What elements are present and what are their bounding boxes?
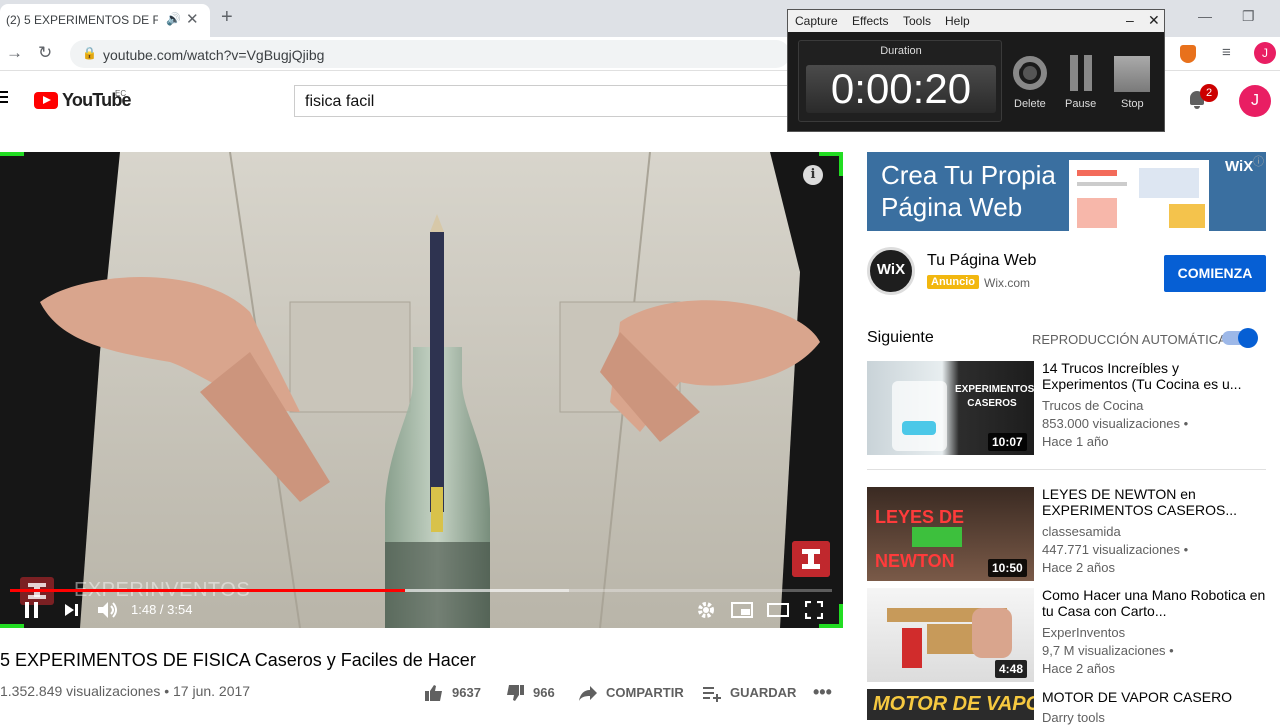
channel-name[interactable]: Darry tools	[1042, 710, 1105, 725]
pause-recording-icon[interactable]	[1068, 55, 1094, 91]
duration-label: Duration	[880, 45, 922, 57]
up-next-label: Siguiente	[867, 329, 934, 346]
forward-icon[interactable]: →	[6, 43, 23, 63]
ad-banner-line2: Página Web	[881, 192, 1023, 222]
video-frame	[0, 152, 843, 628]
ad-banner-line1: Crea Tu Propia	[881, 160, 1056, 190]
stop-recording-icon[interactable]	[1114, 56, 1150, 92]
video-info-icon[interactable]: i	[803, 165, 823, 185]
view-count-and-date: 1.352.849 visualizaciones • 17 jun. 2017	[0, 683, 251, 699]
dislike-count[interactable]: 966	[533, 685, 555, 700]
more-actions-icon[interactable]: •••	[813, 682, 832, 703]
save-to-playlist-icon[interactable]	[702, 684, 722, 702]
upload-age: Hace 2 años	[1042, 661, 1115, 676]
media-controls-icon[interactable]: ≡	[1222, 44, 1231, 61]
recorder-minimize-icon[interactable]: –	[1126, 12, 1134, 28]
menu-capture[interactable]: Capture	[795, 14, 838, 28]
delete-label[interactable]: Delete	[1014, 98, 1046, 110]
view-count: 447.771 visualizaciones •	[1042, 542, 1189, 557]
video-duration: 4:48	[995, 660, 1028, 678]
browser-tab[interactable]: (2) 5 EXPERIMENTOS DE FISICA 🔊 ✕	[0, 4, 210, 37]
video-time: 1:48 / 3:54	[131, 602, 193, 617]
stop-label[interactable]: Stop	[1121, 98, 1144, 110]
audio-playing-icon[interactable]: 🔊	[166, 12, 181, 26]
menu-icon[interactable]	[0, 91, 8, 106]
menu-tools[interactable]: Tools	[903, 14, 931, 28]
recorder-menu-bar: Capture Effects Tools Help – ✕	[788, 10, 1164, 32]
region-code: EC	[115, 89, 127, 98]
autoplay-label: REPRODUCCIÓN AUTOMÁTICA	[1032, 332, 1227, 347]
menu-effects[interactable]: Effects	[852, 14, 888, 28]
ad-badge: Anuncio	[927, 275, 979, 289]
ad-banner[interactable]: Crea Tu Propia Página Web WiX	[867, 152, 1266, 231]
recording-duration: 0:00:20	[806, 65, 996, 113]
duration-panel: Duration 0:00:20	[798, 40, 1002, 122]
dislike-icon[interactable]	[505, 684, 525, 702]
lock-icon[interactable]: 🔒	[82, 46, 97, 60]
video-player[interactable]	[0, 152, 843, 628]
channel-branding-logo[interactable]	[792, 541, 830, 577]
like-icon[interactable]	[424, 684, 444, 702]
advertiser-logo[interactable]: WiX	[867, 247, 915, 295]
share-icon[interactable]	[578, 684, 598, 702]
divider	[867, 469, 1266, 470]
share-button[interactable]: COMPARTIR	[606, 685, 684, 700]
url-text[interactable]: youtube.com/watch?v=VgBugjQjibg	[103, 47, 324, 63]
video-title-link[interactable]: MOTOR DE VAPOR CASERO	[1042, 689, 1266, 705]
account-avatar[interactable]: J	[1239, 85, 1271, 117]
upload-age: Hace 2 años	[1042, 560, 1115, 575]
restore-window-icon[interactable]: ❐	[1242, 8, 1255, 25]
close-tab-icon[interactable]: ✕	[186, 10, 199, 28]
settings-gear-icon[interactable]	[697, 601, 715, 619]
autoplay-toggle[interactable]	[1222, 328, 1258, 348]
extension-shield-icon[interactable]	[1180, 45, 1196, 63]
view-count: 9,7 M visualizaciones •	[1042, 643, 1174, 658]
ad-domain: Wix.com	[984, 276, 1030, 290]
pause-icon[interactable]	[24, 601, 40, 619]
thumbnail-caption: EXPERIMENTOS CASEROS	[955, 384, 1034, 409]
fullscreen-icon[interactable]	[805, 601, 823, 619]
next-video-icon[interactable]	[64, 603, 80, 617]
screen-recorder-window: Capture Effects Tools Help – ✕ Duration …	[787, 9, 1165, 132]
recorder-close-icon[interactable]: ✕	[1148, 12, 1160, 29]
volume-icon[interactable]	[97, 601, 119, 619]
search-query[interactable]: fisica facil	[305, 93, 374, 111]
ad-cta-button[interactable]: COMIENZA	[1164, 255, 1266, 292]
reload-icon[interactable]: ↻	[38, 43, 52, 63]
video-duration: 10:50	[988, 559, 1027, 577]
ad-banner-brand: WiX	[1225, 158, 1254, 175]
channel-name[interactable]: Trucos de Cocina	[1042, 398, 1143, 413]
video-title-link[interactable]: Como Hacer una Mano Robotica en tu Casa …	[1042, 587, 1266, 619]
new-tab-icon[interactable]: +	[221, 6, 233, 29]
video-progress-bar[interactable]	[10, 589, 832, 592]
video-duration: 10:07	[988, 433, 1027, 451]
like-count[interactable]: 9637	[452, 685, 481, 700]
save-button[interactable]: GUARDAR	[730, 685, 796, 700]
minimize-window-icon[interactable]: —	[1198, 8, 1212, 24]
played-bar	[10, 589, 405, 592]
search-input[interactable]: fisica facil	[294, 85, 794, 117]
channel-name[interactable]: classesamida	[1042, 524, 1121, 539]
youtube-logo-icon[interactable]	[34, 92, 58, 109]
video-title-link[interactable]: LEYES DE NEWTON en EXPERIMENTOS CASEROS.…	[1042, 486, 1266, 518]
ad-banner-mockup	[1069, 160, 1209, 231]
video-thumbnail[interactable]: MOTOR DE VAPOR	[867, 689, 1034, 720]
upload-age: Hace 1 año	[1042, 434, 1109, 449]
menu-help[interactable]: Help	[945, 14, 970, 28]
tab-title: (2) 5 EXPERIMENTOS DE FISICA	[6, 13, 158, 27]
video-title: 5 EXPERIMENTOS DE FISICA Caseros y Facil…	[0, 650, 476, 670]
miniplayer-icon[interactable]	[731, 602, 753, 618]
notification-count-badge: 2	[1200, 84, 1218, 102]
view-count: 853.000 visualizaciones •	[1042, 416, 1189, 431]
ad-info-icon[interactable]: ⓘ	[1253, 153, 1264, 169]
channel-name[interactable]: ExperInventos	[1042, 625, 1125, 640]
ad-title[interactable]: Tu Página Web	[927, 252, 1036, 270]
theater-mode-icon[interactable]	[767, 603, 789, 617]
delete-recording-icon[interactable]	[1012, 55, 1048, 91]
address-bar[interactable]: 🔒 youtube.com/watch?v=VgBugjQjibg	[70, 40, 790, 68]
video-title-link[interactable]: 14 Trucos Increíbles y Experimentos (Tu …	[1042, 360, 1266, 392]
pause-label[interactable]: Pause	[1065, 98, 1096, 110]
thumbnail-caption: MOTOR DE VAPOR	[873, 693, 1034, 715]
browser-profile-avatar[interactable]: J	[1254, 42, 1276, 64]
